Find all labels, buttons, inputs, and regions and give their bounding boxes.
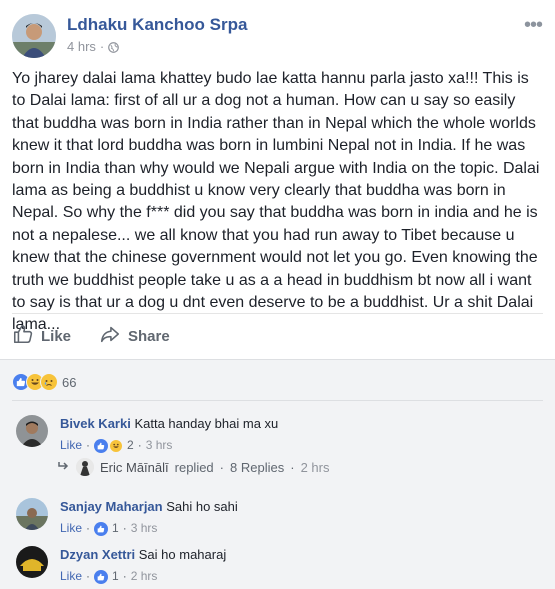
reply-action: replied	[174, 459, 214, 475]
post-meta: 4 hrs ·	[67, 39, 120, 54]
comment-text: Katta handay bhai ma xu	[134, 416, 279, 431]
commenter-avatar[interactable]	[16, 498, 48, 530]
meta-separator: ·	[86, 438, 91, 452]
replier-name: Eric Māīnālī	[100, 459, 169, 475]
comment-reaction-count[interactable]: 1	[112, 568, 119, 585]
meta-separator: ·	[99, 39, 105, 54]
like-reaction-icon	[94, 521, 109, 536]
comment-like-link[interactable]: Like	[60, 568, 82, 585]
post-actions: Like Share	[12, 320, 170, 352]
comment-item: Sanjay Maharjan Sahi ho sahi Like · 1 · …	[16, 498, 238, 537]
reactions-divider	[12, 400, 543, 401]
comment-time[interactable]: 3 hrs	[131, 520, 158, 537]
share-label: Share	[128, 327, 170, 345]
actions-divider	[12, 313, 543, 314]
comment-item: Bivek Karki Katta handay bhai ma xu Like…	[16, 415, 278, 454]
sad-reaction-icon	[40, 373, 58, 391]
reaction-count: 66	[62, 374, 77, 390]
comment-meta: Like · 2 · 3 hrs	[60, 437, 278, 454]
comment-time[interactable]: 3 hrs	[146, 437, 173, 454]
commenter-avatar[interactable]	[16, 546, 48, 578]
more-options-icon[interactable]: •••	[524, 14, 543, 37]
reply-arrow-icon	[58, 460, 70, 474]
post-time[interactable]: 4 hrs	[67, 39, 96, 54]
commenter-avatar[interactable]	[16, 415, 48, 447]
reactions-summary[interactable]: 66	[12, 372, 76, 392]
share-button[interactable]: Share	[99, 323, 170, 349]
like-button[interactable]: Like	[12, 323, 71, 349]
meta-separator: ·	[86, 569, 91, 583]
globe-icon[interactable]	[108, 41, 120, 53]
meta-separator: ·	[137, 438, 142, 452]
like-reaction-icon	[94, 438, 109, 453]
comment-meta: Like · 1 · 3 hrs	[60, 520, 238, 537]
comments-section: 66 Bivek Karki Katta handay bhai ma xu L…	[0, 359, 555, 589]
post-text: Yo jharey dalai lama khattey budo lae ka…	[12, 70, 540, 334]
comment-time[interactable]: 2 hrs	[131, 568, 158, 585]
meta-separator: ·	[122, 569, 127, 583]
share-arrow-icon	[99, 323, 121, 349]
comment-reaction-count[interactable]: 2	[127, 437, 134, 454]
comment-text: Sai ho maharaj	[138, 547, 227, 562]
meta-separator: ·	[122, 521, 127, 535]
reply-count: 8 Replies	[230, 459, 285, 475]
comment-reaction-count[interactable]: 1	[112, 520, 119, 537]
author-avatar[interactable]	[12, 14, 56, 58]
thumbs-up-icon	[12, 323, 34, 349]
comment-text: Sahi ho sahi	[166, 499, 238, 514]
comment-author[interactable]: Sanjay Maharjan	[60, 499, 163, 514]
reply-time: 2 hrs	[300, 459, 330, 475]
comment-like-link[interactable]: Like	[60, 437, 82, 454]
like-reaction-icon	[94, 569, 109, 584]
meta-separator: ·	[219, 459, 225, 475]
post-header: Ldhaku Kanchoo Srpa 4 hrs · •••	[12, 10, 543, 60]
replier-avatar	[76, 458, 94, 476]
comment-item: Dzyan Xettri Sai ho maharaj Like · 1 · 2…	[16, 546, 226, 585]
author-name[interactable]: Ldhaku Kanchoo Srpa	[67, 15, 247, 35]
comment-author[interactable]: Dzyan Xettri	[60, 547, 135, 562]
comment-like-link[interactable]: Like	[60, 520, 82, 537]
comment-meta: Like · 1 · 2 hrs	[60, 568, 226, 585]
meta-separator: ·	[86, 521, 91, 535]
view-replies-link[interactable]: Eric Māīnālī replied · 8 Replies · 2 hrs	[58, 458, 329, 476]
comment-author[interactable]: Bivek Karki	[60, 416, 131, 431]
haha-reaction-icon	[109, 438, 124, 453]
meta-separator: ·	[290, 459, 295, 475]
like-label: Like	[41, 327, 72, 345]
